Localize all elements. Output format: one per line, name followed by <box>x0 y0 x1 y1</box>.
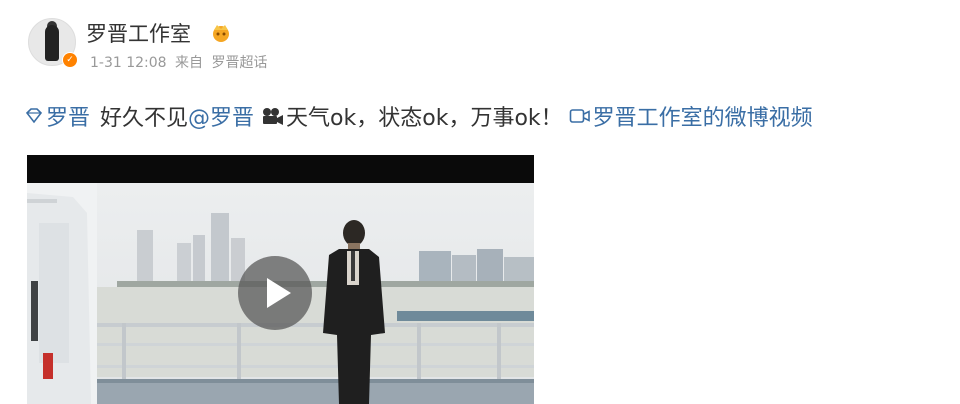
video-player[interactable] <box>27 155 534 404</box>
post-source[interactable]: 罗晋超话 <box>211 55 267 71</box>
crown-icon <box>213 25 229 42</box>
play-button[interactable] <box>238 256 312 330</box>
video-link[interactable]: 罗晋工作室的微博视频 <box>593 100 813 132</box>
source-prefix: 来自 <box>175 55 204 71</box>
topic-link[interactable]: 罗晋 <box>46 100 90 132</box>
post-date[interactable]: 1-31 12:08 <box>90 55 167 71</box>
post-body-2: 天气ok，状态ok，万事ok！ <box>286 106 563 131</box>
video-letterbox <box>27 155 534 183</box>
film-camera-icon <box>263 108 284 125</box>
verified-badge-icon: ✓ <box>62 52 78 68</box>
topic-diamond-icon <box>25 108 43 124</box>
post-body-1: 好久不见 <box>100 106 189 131</box>
post-text: 罗晋 好久不见 @罗晋 天气ok，状态ok，万事ok！ 罗晋工作室的微博视频 <box>24 100 813 132</box>
author-name[interactable]: 罗晋工作室 <box>86 18 191 48</box>
play-icon <box>267 278 291 308</box>
mention-link[interactable]: @罗晋 <box>188 100 254 132</box>
post-meta: 1-31 12:08 来自 罗晋超话 <box>90 52 271 72</box>
video-link-icon <box>569 109 590 123</box>
